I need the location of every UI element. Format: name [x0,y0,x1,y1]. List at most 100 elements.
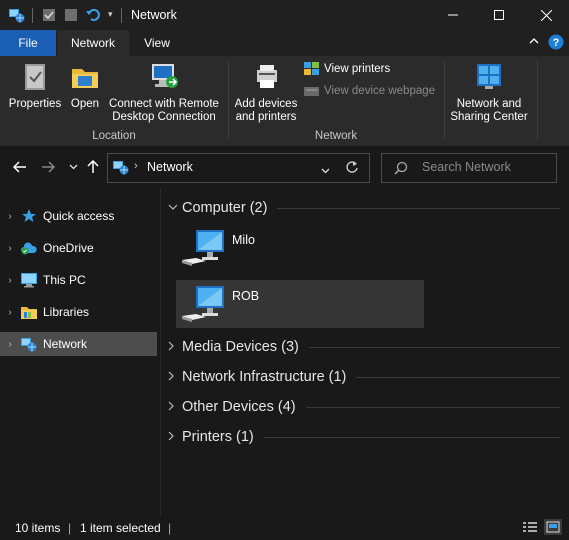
status-separator: | [68,521,72,535]
address-dropdown-icon[interactable] [321,163,330,177]
details-view-icon[interactable] [522,521,538,538]
separator [32,8,33,23]
minimize-button[interactable] [430,0,476,30]
status-bar: 10 items | 1 item selected | [0,515,569,540]
group-header-computer[interactable]: Computer (2) [168,197,560,219]
group-header-printers[interactable]: Printers (1) [168,426,560,448]
sidebar-item-libraries[interactable]: › Libraries [0,300,157,324]
sidebar-item-quick-access[interactable]: › Quick access [0,204,157,228]
sidebar-item-onedrive[interactable]: › OneDrive [0,236,157,260]
sidebar-item-label: This PC [43,273,86,287]
open-folder-icon [72,69,98,88]
view-printers-button[interactable]: View printers [304,62,390,76]
customize-quick-access-icon[interactable]: ▾ [108,9,113,20]
svg-text:?: ? [553,37,560,49]
expand-chevron-icon[interactable]: › [0,339,20,350]
group-label-network: Network [314,130,358,142]
sidebar-item-network[interactable]: › Network [0,332,157,356]
view-device-webpage-button[interactable]: View device webpage [304,84,435,98]
add-devices-button[interactable]: Add devices and printers [232,62,300,124]
tab-network[interactable]: Network [57,30,129,56]
view-printers-label: View printers [324,63,391,75]
ribbon-separator [444,60,445,140]
expand-chevron-icon[interactable]: › [0,211,20,222]
group-divider [308,346,560,348]
large-icons-view-button[interactable] [544,519,562,535]
properties-qa-icon[interactable] [42,8,56,25]
breadcrumb-network[interactable]: Network [147,160,193,174]
sidebar-item-label: Network [43,337,88,351]
up-button[interactable] [84,158,102,176]
separator [121,8,122,23]
group-divider [263,436,560,438]
onedrive-cloud-icon [20,239,38,257]
item-count: 10 items [15,521,61,535]
refresh-icon[interactable] [345,160,359,177]
expand-chevron-icon[interactable]: › [0,307,20,318]
libraries-folder-icon [20,303,38,321]
computer-name: ROB [232,289,260,303]
breadcrumb-chevron-icon[interactable]: › [134,160,138,172]
expand-chevron-icon[interactable]: › [0,243,20,254]
computer-item-rob[interactable]: ROB [176,280,424,328]
large-icons-view-icon [546,521,560,533]
undo-icon[interactable] [85,6,101,25]
open-button[interactable]: Open [67,62,103,111]
collapse-chevron-icon [168,202,182,214]
up-arrow-icon [87,160,99,173]
forward-arrow-icon [42,161,55,173]
maximize-icon [494,10,504,20]
ribbon-tab-bar: File Network View ? [0,30,569,56]
network-location-icon [112,159,130,178]
sidebar-item-label: Quick access [43,209,115,223]
remote-desktop-icon [152,64,178,88]
expand-chevron-icon[interactable]: › [0,275,20,286]
collapse-ribbon-icon[interactable] [528,35,540,50]
group-divider [305,406,560,408]
star-icon [20,207,38,225]
sidebar-item-this-pc[interactable]: › This PC [0,268,157,292]
chevron-down-icon [69,164,77,170]
close-button[interactable] [523,0,569,30]
expand-chevron-icon [168,401,182,414]
address-bar[interactable]: › Network [107,153,370,183]
new-folder-qa-icon[interactable] [64,8,78,25]
sharing-center-icon [477,64,501,89]
tab-view[interactable]: View [130,30,184,56]
properties-icon [25,64,45,90]
selection-count: 1 item selected [80,521,161,535]
status-separator: | [168,521,172,535]
search-icon [394,161,408,178]
add-devices-label-2: and printers [235,111,297,123]
group-header-network-infrastructure[interactable]: Network Infrastructure (1) [168,366,560,388]
connect-remote-desktop-button[interactable]: Connect with Remote Desktop Connection [106,62,222,124]
group-label: Media Devices (3) [182,339,299,355]
computer-icon [180,228,226,273]
title-bar: ▾ Network [0,0,569,30]
network-sharing-center-button[interactable]: Network and Sharing Center [448,62,530,124]
maximize-button[interactable] [476,0,522,30]
search-box[interactable]: Search Network [381,153,557,183]
help-icon[interactable]: ? [548,34,564,53]
back-button[interactable] [10,158,30,176]
ribbon-separator [228,60,229,140]
sharing-center-label-1: Network and [456,98,522,110]
properties-label: Properties [8,98,62,110]
network-folder-icon[interactable] [8,7,26,26]
forward-button[interactable] [38,158,58,176]
group-header-media-devices[interactable]: Media Devices (3) [168,336,560,358]
group-header-other-devices[interactable]: Other Devices (4) [168,396,560,418]
recent-locations-button[interactable] [66,158,80,176]
device-webpage-icon [304,87,319,96]
computer-icon [180,284,226,329]
properties-button[interactable]: Properties [5,62,65,111]
expand-chevron-icon [168,371,182,384]
computer-item-milo[interactable]: Milo [176,224,424,272]
search-input[interactable]: Search Network [422,160,511,174]
group-label: Network Infrastructure (1) [182,369,347,385]
group-divider [356,376,560,378]
open-label: Open [70,98,100,110]
tab-file[interactable]: File [0,30,56,56]
expand-chevron-icon [168,341,182,354]
pane-divider[interactable] [160,188,161,515]
